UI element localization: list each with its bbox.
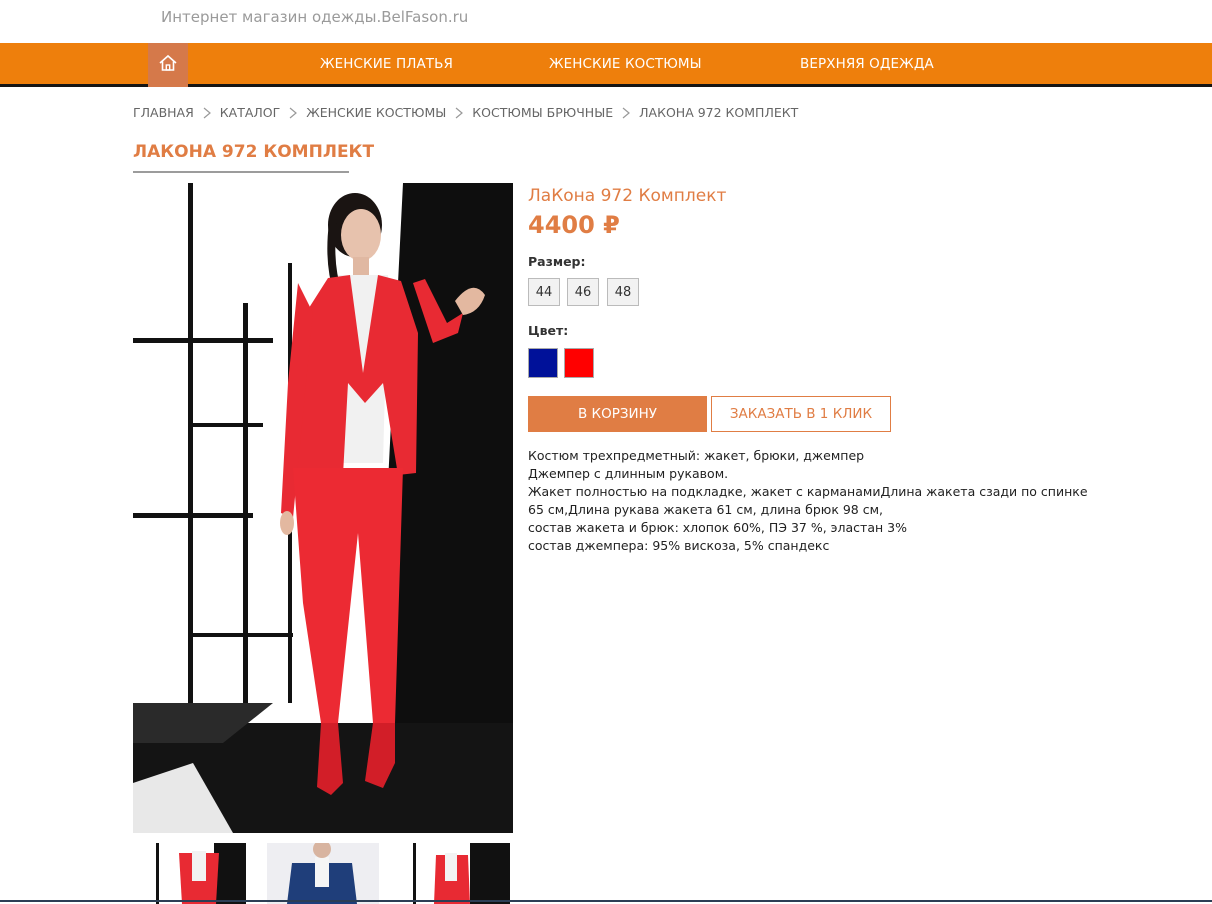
description-line: Джемпер с длинным рукавом. <box>528 466 729 481</box>
chevron-right-icon <box>451 106 467 120</box>
size-option-48[interactable]: 48 <box>607 278 639 306</box>
site-title: Интернет магазин одежды.BelFason.ru <box>161 8 469 26</box>
size-option-46[interactable]: 46 <box>567 278 599 306</box>
product-thumbnail-2[interactable] <box>267 843 379 904</box>
size-label: Размер: <box>528 254 586 269</box>
chevron-right-icon <box>199 106 215 120</box>
one-click-order-button[interactable]: ЗАКАЗАТЬ В 1 КЛИК <box>711 396 891 432</box>
description-line: состав жакета и брюк: хлопок 60%, ПЭ 37 … <box>528 520 907 535</box>
chevron-right-icon <box>285 106 301 120</box>
breadcrumb: ГЛАВНАЯ КАТАЛОГ ЖЕНСКИЕ КОСТЮМЫ КОСТЮМЫ … <box>133 105 798 120</box>
add-to-cart-button[interactable]: В КОРЗИНУ <box>528 396 707 432</box>
product-main-photo[interactable] <box>133 183 513 833</box>
home-button[interactable] <box>148 43 188 87</box>
nav-item-dresses[interactable]: ЖЕНСКИЕ ПЛАТЬЯ <box>320 56 453 72</box>
breadcrumb-home[interactable]: ГЛАВНАЯ <box>133 105 194 120</box>
breadcrumb-current: ЛАКОНА 972 КОМПЛЕКТ <box>639 105 799 120</box>
main-navbar: ЖЕНСКИЕ ПЛАТЬЯ ЖЕНСКИЕ КОСТЮМЫ ВЕРХНЯЯ О… <box>0 43 1212 87</box>
breadcrumb-womens-suits[interactable]: ЖЕНСКИЕ КОСТЮМЫ <box>306 105 446 120</box>
description-line: 65 см,Длина рукава жакета 61 см, длина б… <box>528 502 883 517</box>
description-line: Жакет полностью на подкладке, жакет с ка… <box>528 484 1088 499</box>
product-thumbnail-1[interactable] <box>134 843 246 904</box>
footer-divider <box>0 900 1212 902</box>
chevron-right-icon <box>618 106 634 120</box>
breadcrumb-catalog[interactable]: КАТАЛОГ <box>220 105 280 120</box>
size-option-44[interactable]: 44 <box>528 278 560 306</box>
color-swatch-red[interactable] <box>564 348 594 378</box>
product-thumbnail-3[interactable] <box>398 843 510 904</box>
nav-item-suits[interactable]: ЖЕНСКИЕ КОСТЮМЫ <box>549 56 702 72</box>
page-title: ЛАКОНА 972 КОМПЛЕКТ <box>133 142 375 162</box>
product-price: 4400 ₽ <box>528 211 620 239</box>
product-description: Костюм трехпредметный: жакет, брюки, дже… <box>528 447 1088 555</box>
product-name: ЛаКона 972 Комплект <box>528 186 727 206</box>
breadcrumb-trouser-suits[interactable]: КОСТЮМЫ БРЮЧНЫЕ <box>472 105 613 120</box>
description-line: состав джемпера: 95% вискоза, 5% спандек… <box>528 538 830 553</box>
home-icon <box>158 53 178 78</box>
color-label: Цвет: <box>528 323 569 338</box>
title-underline <box>133 171 349 173</box>
nav-item-outerwear[interactable]: ВЕРХНЯЯ ОДЕЖДА <box>800 56 934 72</box>
description-line: Костюм трехпредметный: жакет, брюки, дже… <box>528 448 865 463</box>
color-swatch-blue[interactable] <box>528 348 558 378</box>
